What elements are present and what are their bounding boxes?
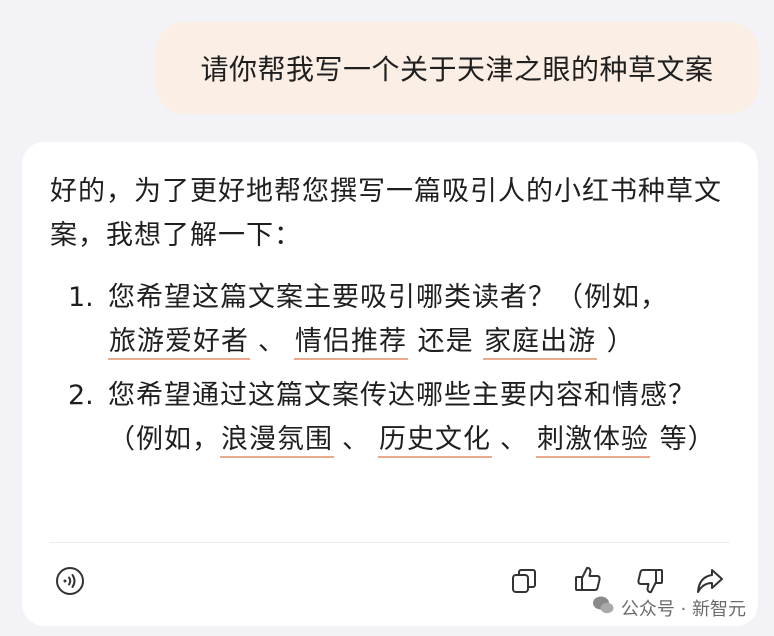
suggestion-tag-romantic[interactable]: 浪漫氛围 bbox=[220, 424, 334, 458]
question-body: 您希望这篇文案主要吸引哪类读者？（例如， 旅游爱好者、情侣推荐 还是 家庭出游 ） bbox=[108, 282, 668, 360]
suggestion-tag-thrill[interactable]: 刺激体验 bbox=[536, 424, 650, 458]
assistant-reply-card: 好的，为了更好地帮您撰写一篇吸引人的小红书种草文案，我想了解一下： 1. 您希望… bbox=[22, 142, 758, 626]
question-list: 1. 您希望这篇文案主要吸引哪类读者？（例如，旅游爱好者、情侣推荐 还是 家庭出… bbox=[50, 276, 740, 462]
question-closing: 等） bbox=[650, 424, 716, 455]
tag-separator: 、 bbox=[258, 326, 286, 357]
question-connector: 还是 bbox=[408, 326, 484, 357]
suggestion-tag-family-trip[interactable]: 家庭出游 bbox=[483, 326, 598, 360]
user-message-bubble: 请你帮我写一个关于天津之眼的种草文案 bbox=[155, 22, 759, 114]
speaker-icon[interactable] bbox=[52, 563, 88, 599]
suggestion-tag-couples[interactable]: 情侣推荐 bbox=[294, 326, 408, 360]
question-body: 您希望通过这篇文案传达哪些主要内容和情感？（例如，浪漫氛围、历史文化、刺激体验 … bbox=[108, 380, 716, 458]
user-message-text: 请你帮我写一个关于天津之眼的种草文案 bbox=[200, 53, 714, 86]
watermark: 公众号 · 新智元 bbox=[591, 593, 746, 622]
question-number: 1. bbox=[68, 282, 94, 313]
thumbs-up-icon[interactable] bbox=[570, 561, 606, 597]
copy-icon[interactable] bbox=[506, 563, 542, 599]
action-divider bbox=[50, 542, 730, 543]
wechat-icon bbox=[591, 593, 615, 622]
tag-separator: 、 bbox=[500, 424, 528, 455]
tag-separator: 、 bbox=[342, 424, 370, 455]
suggestion-tag-history-culture[interactable]: 历史文化 bbox=[378, 424, 492, 458]
watermark-text: 公众号 · 新智元 bbox=[620, 598, 746, 620]
suggestion-tag-travel-lovers[interactable]: 旅游爱好者 bbox=[108, 326, 250, 360]
question-item-2: 2. 您希望通过这篇文案传达哪些主要内容和情感？（例如，浪漫氛围、历史文化、刺激… bbox=[50, 374, 740, 462]
question-closing: ） bbox=[597, 326, 635, 357]
reply-content: 好的，为了更好地帮您撰写一篇吸引人的小红书种草文案，我想了解一下： 1. 您希望… bbox=[50, 170, 740, 472]
reply-intro: 好的，为了更好地帮您撰写一篇吸引人的小红书种草文案，我想了解一下： bbox=[50, 176, 722, 251]
question-item-1: 1. 您希望这篇文案主要吸引哪类读者？（例如， 旅游爱好者、情侣推荐 还是 家庭出… bbox=[50, 276, 740, 364]
question-text: 您希望这篇文案主要吸引哪类读者？（例如， bbox=[108, 282, 668, 313]
question-number: 2. bbox=[68, 380, 94, 411]
